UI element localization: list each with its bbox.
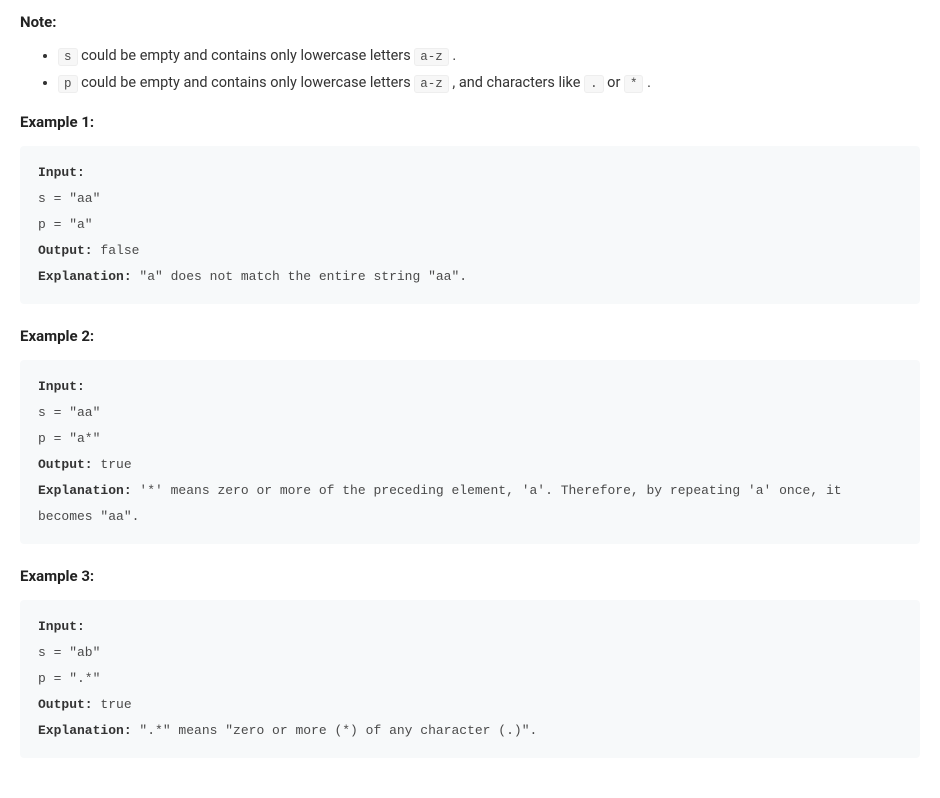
example-explanation: ".*" means "zero or more (*) of any char… [132,723,538,738]
explanation-label: Explanation: [38,483,132,498]
example-s: s = "aa" [38,405,100,420]
example-output: true [93,457,132,472]
note-text: could be empty and contains only lowerca… [78,74,415,91]
note-text: . [643,74,650,91]
example-code-block: Input: s = "aa" p = "a*" Output: true Ex… [20,360,920,544]
note-item-s: s could be empty and contains only lower… [58,44,920,67]
star-code: * [624,75,644,93]
output-label: Output: [38,457,93,472]
example-explanation: "a" does not match the entire string "aa… [132,269,467,284]
explanation-label: Explanation: [38,723,132,738]
note-item-p: p could be empty and contains only lower… [58,71,920,94]
example-s: s = "aa" [38,191,100,206]
example-code-block: Input: s = "ab" p = ".*" Output: true Ex… [20,600,920,758]
explanation-label: Explanation: [38,269,132,284]
var-p-code: p [58,75,78,93]
example-p: p = ".*" [38,671,100,686]
note-heading: Note: [20,10,920,34]
note-text: could be empty and contains only lowerca… [78,47,415,64]
input-label: Input: [38,379,85,394]
example-heading: Example 1: [20,110,920,134]
input-label: Input: [38,619,85,634]
example-s: s = "ab" [38,645,100,660]
example-p: p = "a" [38,217,93,232]
range-az-code: a-z [414,48,449,66]
example-output: false [93,243,140,258]
range-az-code: a-z [414,75,449,93]
example-code-block: Input: s = "aa" p = "a" Output: false Ex… [20,146,920,304]
example-output: true [93,697,132,712]
example-explanation: '*' means zero or more of the preceding … [38,483,849,524]
note-text: , and characters like [449,74,584,91]
input-label: Input: [38,165,85,180]
note-text: or [604,74,624,91]
example-heading: Example 2: [20,324,920,348]
output-label: Output: [38,697,93,712]
dot-code: . [584,75,604,93]
note-list: s could be empty and contains only lower… [20,44,920,94]
note-text: . [449,47,456,64]
output-label: Output: [38,243,93,258]
var-s-code: s [58,48,78,66]
example-p: p = "a*" [38,431,100,446]
example-heading: Example 3: [20,564,920,588]
